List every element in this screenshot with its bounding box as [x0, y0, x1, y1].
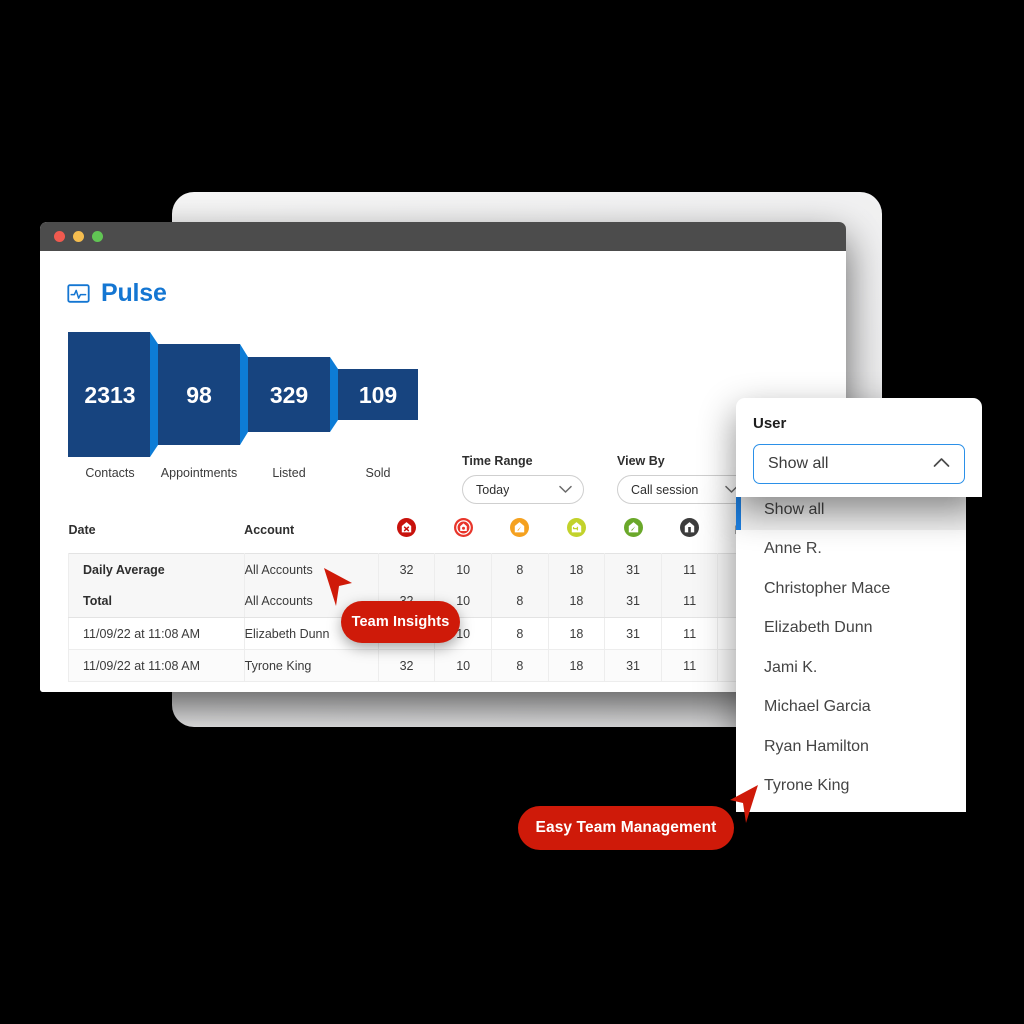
cell-value: 10 [434, 553, 492, 586]
filter-view-by-label: View By [617, 454, 665, 468]
user-select-value: Show all [768, 455, 829, 472]
cell-date: Daily Average [68, 553, 245, 586]
funnel-label-listed: Listed [272, 466, 306, 480]
user-option-christopher-mace[interactable]: Christopher Mace [736, 569, 966, 609]
user-option-label: Show all [764, 500, 825, 518]
time-range-value: Today [476, 482, 510, 497]
filter-time-range: Time Range Today [462, 454, 584, 504]
window-titlebar [40, 222, 846, 251]
cell-value: 11 [661, 585, 719, 618]
column-header-warm-lead[interactable] [491, 503, 548, 554]
cell-value: 31 [604, 553, 662, 586]
user-option-label: Jami K. [764, 658, 818, 676]
pointer-arrow-icon [724, 783, 760, 832]
chevron-up-icon [933, 455, 950, 473]
view-by-value: Call session [631, 482, 699, 497]
funnel-label-sold: Sold [365, 466, 391, 480]
view-by-select[interactable]: Call session [617, 475, 750, 504]
user-option-label: Ryan Hamilton [764, 737, 869, 755]
table-row[interactable]: 11/09/22 at 11:08 AM Tyrone King 32 10 8… [68, 649, 846, 682]
funnel-label-appointments: Appointments [160, 466, 238, 480]
column-header-hot-lead[interactable] [435, 503, 492, 554]
cell-account: Tyrone King [244, 649, 379, 682]
user-option-label: Anne R. [764, 540, 822, 558]
cell-value: 31 [604, 649, 662, 682]
window-minimize-button[interactable] [73, 231, 84, 242]
filter-view-by: View By Call session [617, 454, 750, 504]
status-icon-sold [661, 518, 718, 537]
cell-date: 11/09/22 at 11:08 AM [68, 617, 245, 650]
cell-value: 31 [604, 617, 662, 650]
cell-value: 11 [661, 553, 719, 586]
funnel-value-appointments: 98 [186, 382, 212, 408]
pulse-table: Date Account Daily Average All Accounts … [68, 503, 846, 682]
user-option-tyrone-king[interactable]: Tyrone King [736, 767, 966, 807]
window-close-button[interactable] [54, 231, 65, 242]
cell-value: 8 [491, 585, 549, 618]
cell-value: 8 [491, 553, 549, 586]
pulse-table-container: Date Account Daily Average All Accounts … [68, 503, 846, 682]
funnel-label-contacts: Contacts [85, 466, 135, 480]
filter-bar: Time Range Today View By Call session [462, 454, 750, 504]
status-icon-hot-lead [435, 518, 492, 537]
pointer-arrow-icon [322, 566, 356, 615]
column-header-account[interactable]: Account [244, 503, 378, 554]
time-range-select[interactable]: Today [462, 475, 584, 504]
funnel-value-sold: 109 [359, 382, 397, 408]
chevron-down-icon [559, 481, 572, 499]
user-option-michael-garcia[interactable]: Michael Garcia [736, 688, 966, 728]
callout-team-insights-label: Team Insights [351, 614, 450, 630]
column-header-do-not-call[interactable] [378, 503, 435, 554]
cell-value: 10 [434, 649, 492, 682]
user-option-label: Tyrone King [764, 777, 850, 795]
page-header: Pulse [40, 251, 846, 308]
user-select[interactable]: Show all [753, 444, 965, 484]
user-dropdown-options: Show all Anne R. Christopher Mace Elizab… [736, 490, 966, 812]
user-option-jami-k[interactable]: Jami K. [736, 648, 966, 688]
funnel-labels: Contacts Appointments Listed Sold [68, 466, 448, 486]
user-filter-panel: User Show all [736, 398, 982, 497]
cell-date: Total [68, 585, 245, 618]
cell-value: 31 [604, 585, 662, 618]
user-option-label: Christopher Mace [764, 579, 891, 597]
cell-value: 32 [378, 553, 436, 586]
pulse-monitor-icon [67, 282, 90, 305]
column-header-appointment[interactable] [605, 503, 662, 554]
user-filter-label: User [753, 415, 787, 432]
filter-time-range-label: Time Range [462, 454, 533, 468]
callout-team-insights: Team Insights [341, 601, 460, 643]
cell-value: 32 [378, 649, 436, 682]
user-option-label: Elizabeth Dunn [764, 619, 873, 637]
table-header-row: Date Account [69, 503, 847, 554]
user-option-anne-r[interactable]: Anne R. [736, 530, 966, 570]
user-option-elizabeth-dunn[interactable]: Elizabeth Dunn [736, 609, 966, 649]
cell-value: 18 [548, 585, 606, 618]
cell-value: 18 [548, 649, 606, 682]
user-option-ryan-hamilton[interactable]: Ryan Hamilton [736, 727, 966, 767]
cell-date: 11/09/22 at 11:08 AM [68, 649, 245, 682]
column-header-listing[interactable] [548, 503, 605, 554]
funnel-value-contacts: 2313 [84, 382, 135, 408]
table-row[interactable]: Daily Average All Accounts 32 10 8 18 31… [68, 553, 846, 586]
cell-value: 11 [661, 617, 719, 650]
user-option-label: Michael Garcia [764, 698, 871, 716]
column-header-date[interactable]: Date [69, 503, 245, 554]
cell-value: 18 [548, 553, 606, 586]
cell-value: 8 [491, 649, 549, 682]
window-maximize-button[interactable] [92, 231, 103, 242]
funnel-value-listed: 329 [270, 382, 308, 408]
cell-value: 8 [491, 617, 549, 650]
column-header-sold[interactable] [661, 503, 718, 554]
callout-easy-team-management: Easy Team Management [518, 806, 734, 850]
cell-account: All Accounts [244, 553, 379, 586]
cell-value: 18 [548, 617, 606, 650]
status-icon-appointment [605, 518, 662, 537]
status-icon-do-not-call [378, 518, 435, 537]
callout-easy-team-management-label: Easy Team Management [535, 819, 717, 836]
funnel-chart: 2313 98 329 109 [68, 332, 448, 457]
status-icon-listing [548, 518, 605, 537]
cell-value: 11 [661, 649, 719, 682]
page-title: Pulse [101, 279, 167, 307]
status-icon-warm-lead [491, 518, 548, 537]
